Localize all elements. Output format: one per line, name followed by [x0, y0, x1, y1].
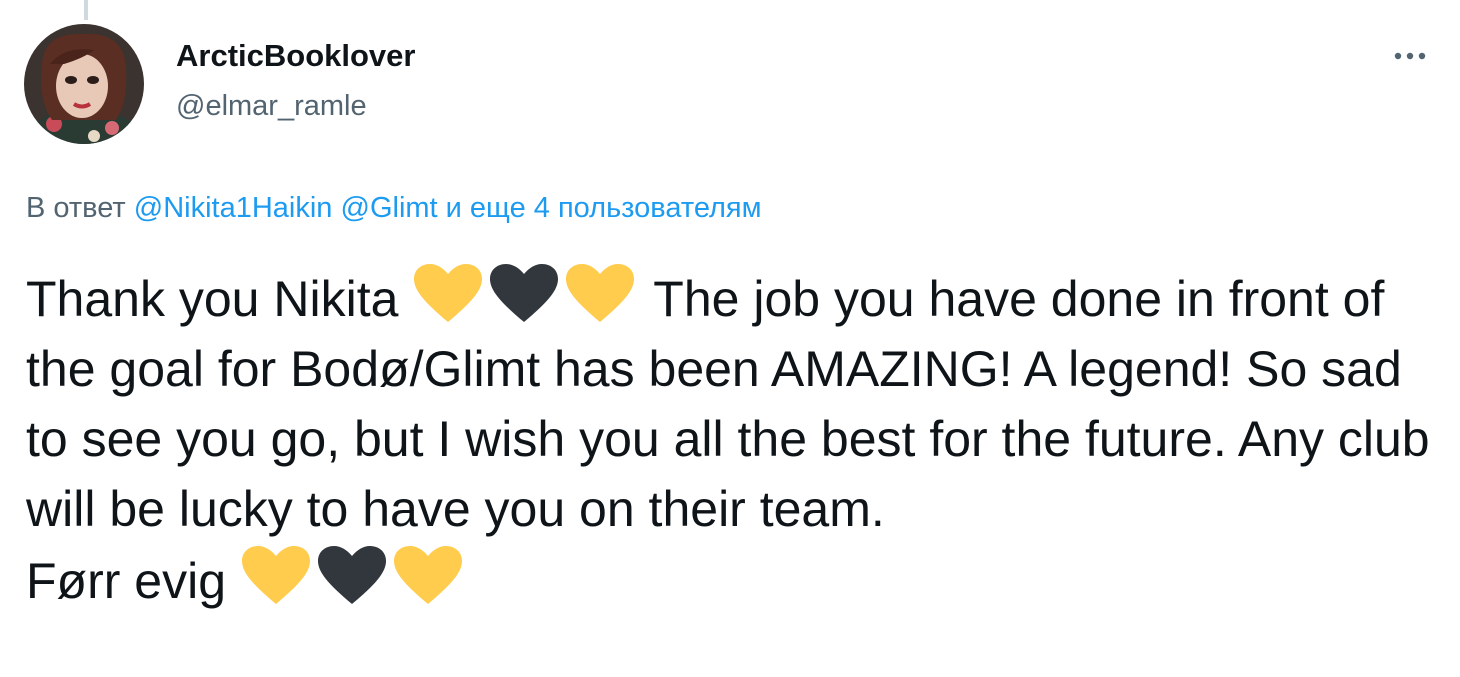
- tweet-text: Thank you Nikita The job you have done i…: [26, 262, 1446, 616]
- reply-others-link[interactable]: и еще 4 пользователям: [446, 192, 762, 224]
- more-options-button[interactable]: [1388, 34, 1432, 78]
- yellow-heart-icon: [564, 262, 636, 326]
- black-heart-icon: [488, 262, 560, 326]
- black-heart-icon: [316, 544, 388, 608]
- yellow-heart-icon: [412, 262, 484, 326]
- yellow-heart-icon: [240, 544, 312, 608]
- thread-connector-line: [84, 0, 88, 20]
- more-horizontal-icon: [1394, 52, 1426, 60]
- yellow-heart-icon: [392, 544, 464, 608]
- author-display-name[interactable]: ArcticBooklover: [176, 36, 415, 76]
- author-handle[interactable]: @elmar_ramle: [176, 86, 415, 126]
- tweet-text-part-1: Thank you Nikita: [26, 271, 399, 327]
- tweet-author: ArcticBooklover @elmar_ramle: [176, 36, 415, 126]
- reply-prefix: В ответ: [26, 192, 126, 224]
- reply-mention-nikita[interactable]: @Nikita1Haikin: [134, 192, 333, 224]
- reply-mention-glimt[interactable]: @Glimt: [341, 192, 438, 224]
- avatar[interactable]: [24, 24, 144, 144]
- tweet[interactable]: ArcticBooklover @elmar_ramle В ответ @Ni…: [0, 0, 1460, 677]
- reply-context: В ответ @Nikita1Haikin @Glimt и еще 4 по…: [26, 190, 762, 226]
- tweet-text-part-3: Førr evig: [26, 553, 226, 609]
